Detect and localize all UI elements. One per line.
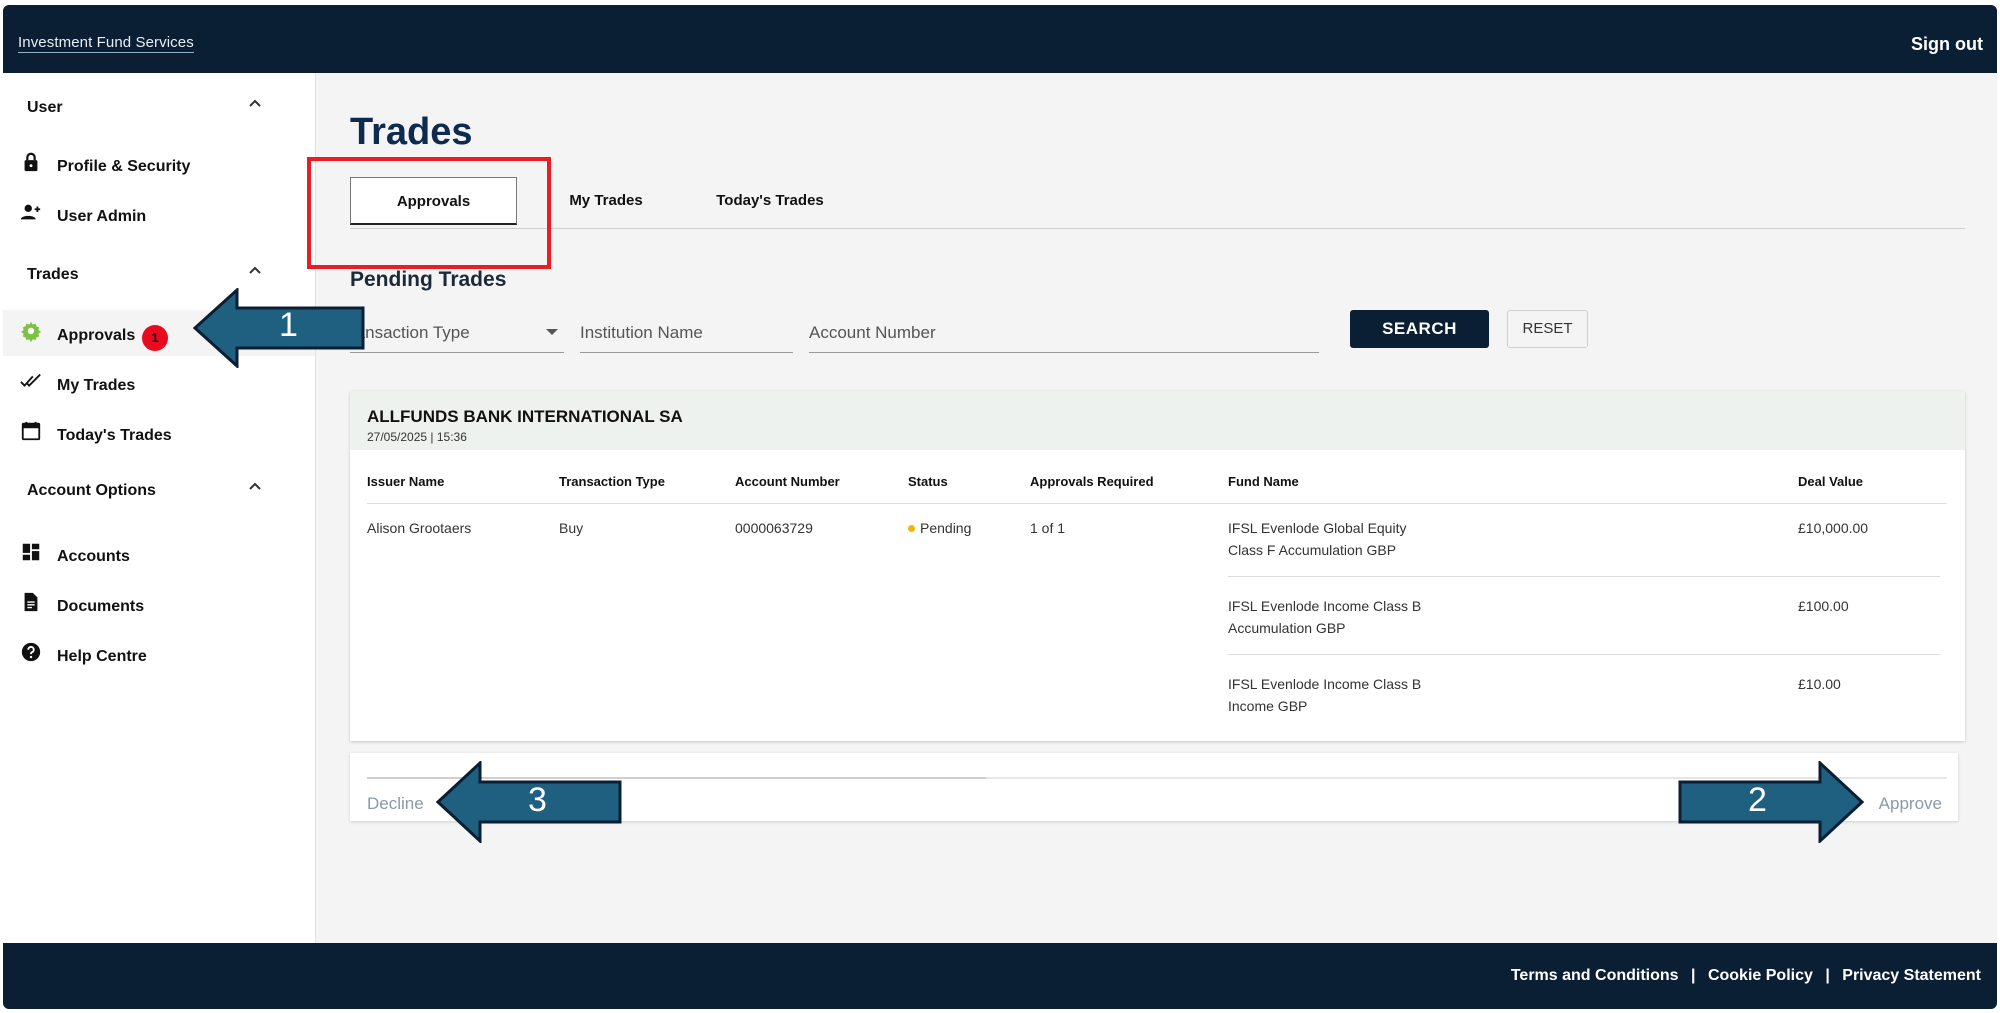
- column-header-account-number: Account Number: [735, 474, 840, 489]
- sidebar-item-todays-trades[interactable]: Today's Trades: [3, 410, 315, 456]
- sidebar-item-label: Accounts: [57, 548, 130, 565]
- cell-approvals: 1 of 1: [1030, 520, 1066, 536]
- header-divider: [367, 503, 1947, 504]
- approve-button[interactable]: Approve: [1879, 794, 1942, 814]
- footer-separator: |: [1691, 967, 1696, 984]
- trade-card: ALLFUNDS BANK INTERNATIONAL SA 27/05/202…: [350, 391, 1965, 741]
- institution-name: ALLFUNDS BANK INTERNATIONAL SA: [367, 407, 683, 426]
- card-header: ALLFUNDS BANK INTERNATIONAL SA 27/05/202…: [350, 391, 1965, 450]
- notification-badge: 1: [142, 325, 168, 351]
- calendar-icon: [20, 420, 42, 442]
- footer-separator: |: [1825, 967, 1830, 984]
- chevron-up-icon[interactable]: [248, 264, 262, 278]
- column-header-fund-name: Fund Name: [1228, 474, 1299, 489]
- terms-link[interactable]: Terms and Conditions: [1511, 967, 1679, 984]
- tab-todays-trades[interactable]: Today's Trades: [695, 177, 845, 225]
- gear-icon: [20, 320, 42, 342]
- column-header-issuer: Issuer Name: [367, 474, 445, 489]
- callout-number: 2: [1748, 781, 1767, 819]
- footer-links: Terms and Conditions | Cookie Policy | P…: [1511, 967, 1981, 985]
- callout-number: 3: [528, 781, 547, 819]
- deal-value: £100.00: [1798, 598, 1849, 614]
- sidebar-section-user: User: [27, 99, 63, 116]
- sidebar-item-label: Today's Trades: [57, 427, 172, 444]
- account-number-input[interactable]: Account Number: [809, 309, 1319, 353]
- help-icon: [20, 641, 42, 663]
- section-title: Pending Trades: [350, 268, 507, 291]
- fund-name-line: Class F Accumulation GBP: [1228, 542, 1397, 558]
- column-header-transaction-type: Transaction Type: [559, 474, 665, 489]
- double-check-icon: [20, 370, 42, 392]
- brand-logo-link[interactable]: Investment Fund Services: [18, 34, 194, 53]
- add-user-icon: [20, 201, 42, 223]
- institution-name-input[interactable]: Institution Name: [580, 309, 793, 353]
- fund-name-line: IFSL Evenlode Income Class B: [1228, 676, 1422, 692]
- sidebar-item-user-admin[interactable]: User Admin: [3, 191, 315, 237]
- dashboard-icon: [20, 541, 42, 563]
- sidebar-item-label: Documents: [57, 598, 145, 615]
- fund-name-line: IFSL Evenlode Global Equity: [1228, 520, 1407, 536]
- sidebar-item-label: User Admin: [57, 208, 147, 225]
- callout-arrow-3: 3: [436, 761, 622, 843]
- fund-divider: [1228, 654, 1940, 655]
- callout-number: 1: [279, 306, 298, 344]
- cell-status: Pending: [908, 517, 971, 539]
- sidebar-item-help-centre[interactable]: Help Centre: [3, 631, 315, 677]
- cookie-policy-link[interactable]: Cookie Policy: [1708, 967, 1813, 984]
- top-bar: Investment Fund Services Sign out: [3, 5, 1997, 73]
- sidebar-item-label: My Trades: [57, 377, 136, 394]
- tab-my-trades[interactable]: My Trades: [546, 177, 666, 225]
- tab-bar: Approvals My Trades Today's Trades: [350, 177, 1965, 229]
- column-header-approvals: Approvals Required: [1030, 474, 1154, 489]
- sidebar-item-label: Approvals: [57, 327, 136, 344]
- callout-arrow-1: 1: [193, 288, 365, 368]
- lock-icon: [20, 151, 42, 173]
- input-placeholder: Account Number: [809, 323, 936, 342]
- footer: Terms and Conditions | Cookie Policy | P…: [3, 943, 1997, 1009]
- fund-divider: [1228, 576, 1940, 577]
- column-header-status: Status: [908, 474, 948, 489]
- sidebar: User Profile & Security User Admin Trade…: [3, 73, 316, 943]
- status-dot-icon: [908, 525, 915, 532]
- page-title: Trades: [350, 111, 473, 153]
- sign-out-button[interactable]: Sign out: [1911, 34, 1983, 55]
- cell-issuer: Alison Grootaers: [367, 520, 472, 536]
- select-placeholder: ransaction Type: [350, 323, 470, 342]
- status-text: Pending: [920, 520, 972, 536]
- sidebar-item-label: Help Centre: [57, 648, 147, 665]
- cell-transaction-type: Buy: [559, 520, 584, 536]
- transaction-type-select[interactable]: ransaction Type: [350, 309, 564, 353]
- column-header-deal-value: Deal Value: [1798, 474, 1864, 489]
- fund-name-line: IFSL Evenlode Income Class B: [1228, 598, 1422, 614]
- sidebar-section-trades: Trades: [27, 266, 79, 283]
- deal-value: £10.00: [1798, 676, 1841, 692]
- highlight-annotation-box: [307, 157, 551, 269]
- callout-arrow-2: 2: [1678, 761, 1864, 843]
- sidebar-item-documents[interactable]: Documents: [3, 581, 315, 627]
- trade-datetime: 27/05/2025 | 15:36: [367, 430, 467, 444]
- sidebar-section-account-options: Account Options: [27, 482, 156, 499]
- document-icon: [20, 591, 42, 613]
- sidebar-item-accounts[interactable]: Accounts: [3, 531, 315, 577]
- app-window: Investment Fund Services Sign out User P…: [0, 0, 2000, 1013]
- fund-name-line: Income GBP: [1228, 698, 1308, 714]
- fund-name-line: Accumulation GBP: [1228, 620, 1346, 636]
- chevron-up-icon[interactable]: [248, 480, 262, 494]
- privacy-statement-link[interactable]: Privacy Statement: [1842, 967, 1981, 984]
- cell-account-number: 0000063729: [735, 520, 813, 536]
- reset-button[interactable]: RESET: [1507, 310, 1588, 348]
- search-button[interactable]: SEARCH: [1350, 310, 1489, 348]
- dropdown-caret-icon: [546, 329, 558, 335]
- input-placeholder: Institution Name: [580, 323, 703, 342]
- sidebar-item-label: Profile & Security: [57, 158, 191, 175]
- sidebar-item-profile[interactable]: Profile & Security: [3, 141, 315, 187]
- deal-value: £10,000.00: [1798, 520, 1869, 536]
- chevron-up-icon[interactable]: [248, 97, 262, 111]
- decline-button[interactable]: Decline: [367, 794, 424, 814]
